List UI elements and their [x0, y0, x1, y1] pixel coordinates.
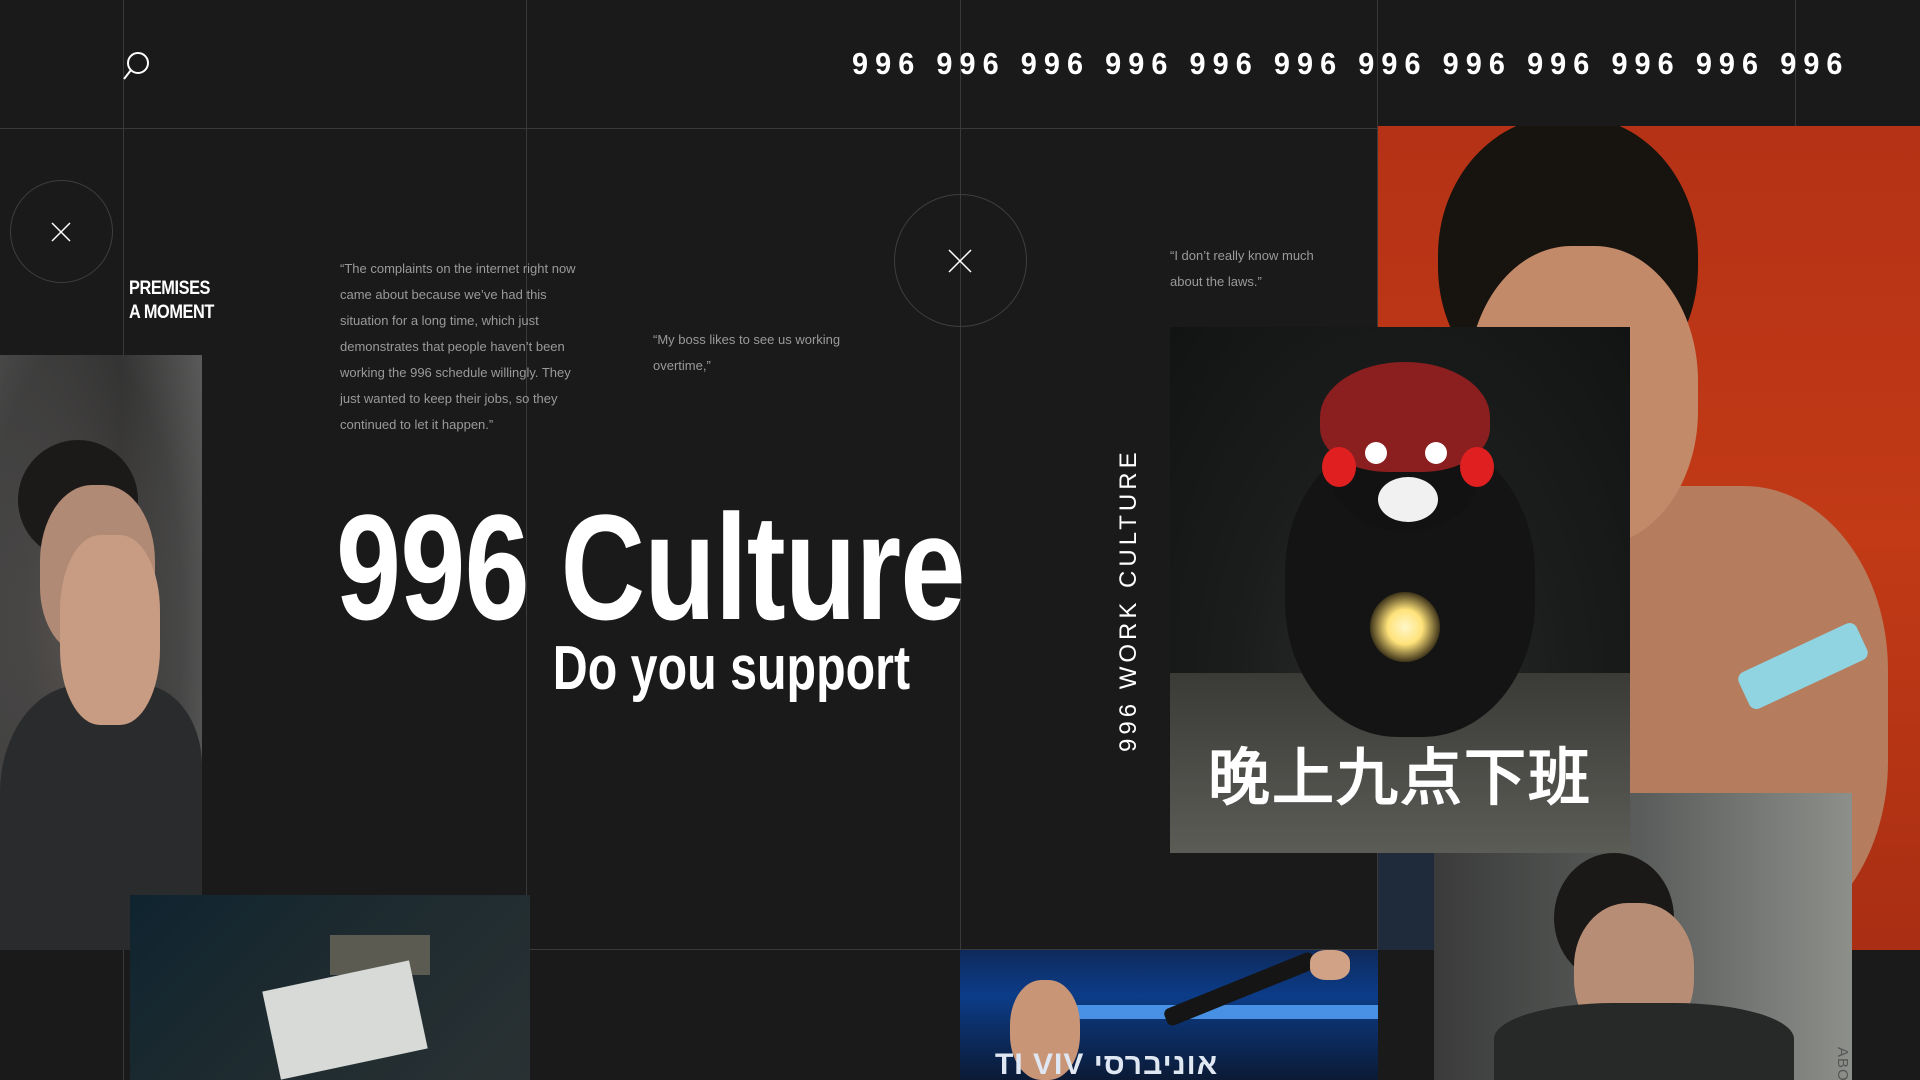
- vertical-section-label: 996 WORK CULTURE: [1115, 448, 1142, 752]
- close-icon[interactable]: [948, 249, 972, 273]
- close-icon[interactable]: [51, 222, 71, 242]
- ticker-text: 996 996 996 996 996 996 996 996 996 996 …: [852, 46, 1850, 81]
- banner-text: TI VIV אוניברסי: [995, 1048, 1219, 1080]
- quote-text: “I don’t really know much about the laws…: [1170, 248, 1314, 289]
- quote-text: “My boss likes to see us working overtim…: [653, 332, 841, 373]
- papers-photo: [130, 895, 530, 1080]
- section-label: PREMISES A MOMENT: [129, 277, 214, 325]
- quote-text: “The complaints on the internet right no…: [340, 261, 576, 432]
- hero-title: 996 Culture: [336, 483, 965, 651]
- meme-caption: 晚上九点下班: [1207, 741, 1592, 814]
- speaker-photo: TI VIV אוניברסי: [960, 950, 1378, 1080]
- hero-subtitle: Do you support: [552, 634, 910, 703]
- kumamon-meme-photo: 晚上九点下班: [1170, 327, 1630, 853]
- section-label-line: A MOMENT: [129, 302, 214, 323]
- crying-man-photo: [0, 355, 202, 950]
- section-label-line: PREMISES: [129, 278, 211, 299]
- about-tab[interactable]: ABOUT: [1834, 1047, 1851, 1080]
- search-icon[interactable]: [122, 50, 152, 82]
